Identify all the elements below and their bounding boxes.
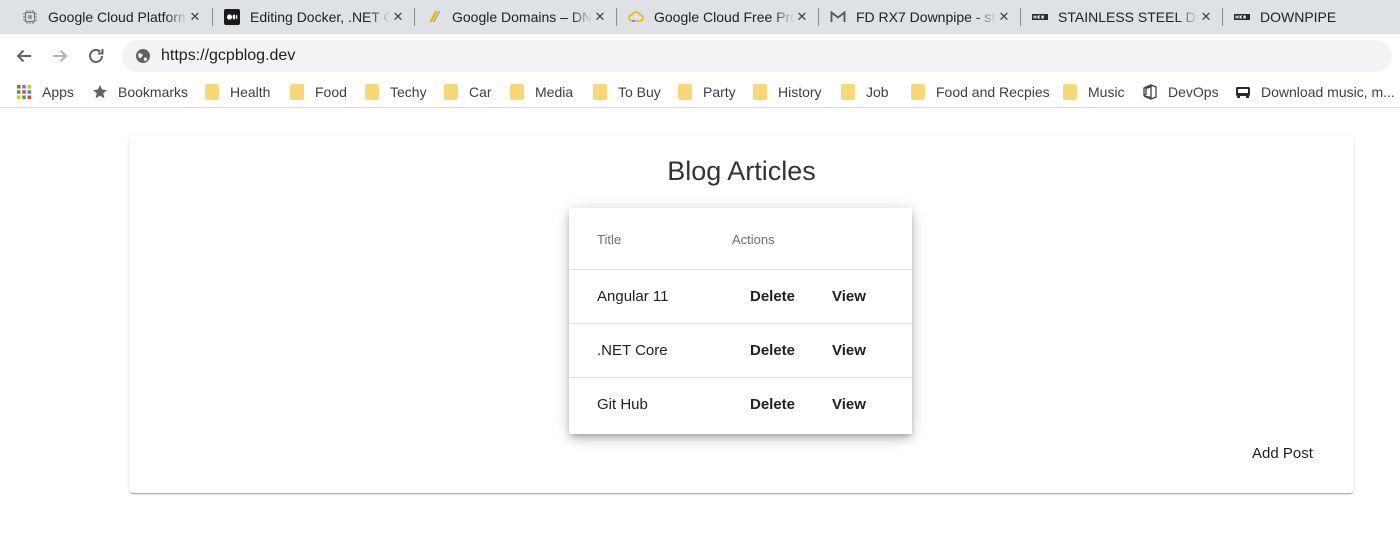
chip-icon [22, 9, 38, 25]
tab-fd-rx7-downpipe[interactable]: FD RX7 Downpipe - stainless ✕ [808, 0, 1020, 34]
hks-icon [1032, 9, 1048, 25]
tab-google-domains[interactable]: Google Domains – DNS ✕ [404, 0, 616, 34]
delete-button[interactable]: Delete [750, 342, 795, 359]
tab-title: STAINLESS STEEL DOWNPIPE [1058, 9, 1198, 25]
bookmark-label: Media [535, 84, 574, 100]
bookmark-folder-to-buy[interactable]: To Buy [592, 78, 661, 106]
bookmark-apps[interactable]: Apps [16, 78, 74, 106]
bookmark-folder-history[interactable]: History [752, 78, 822, 106]
back-arrow-icon [16, 49, 31, 63]
tab-title: FD RX7 Downpipe - stainless [856, 9, 996, 25]
column-header-actions: Actions [732, 232, 775, 247]
bookmark-label: Bookmarks [118, 84, 189, 100]
page-title: Blog Articles [667, 156, 816, 186]
forward-button[interactable] [46, 42, 74, 70]
folder-icon [677, 84, 693, 100]
bookmark-folder-car[interactable]: Car [443, 78, 492, 106]
back-button[interactable] [10, 42, 38, 70]
blog-articles-card: Blog Articles Title Actions Angular 11 D… [129, 136, 1354, 493]
domains-icon [426, 9, 442, 25]
tab-title: Google Cloud Free Program [654, 9, 794, 25]
view-button[interactable]: View [832, 396, 866, 413]
folder-icon [1062, 84, 1078, 100]
bookmark-label: Car [469, 84, 492, 100]
article-title: Git Hub [597, 396, 648, 413]
folder-icon [364, 84, 380, 100]
tab-google-cloud-platform[interactable]: Google Cloud Platform ✕ [0, 0, 211, 34]
bookmark-label: To Buy [618, 84, 661, 100]
folder-icon [840, 84, 856, 100]
bookmark-label: Food and Recpies [936, 84, 1050, 100]
table-row: .NET Core Delete View [569, 324, 912, 378]
cloud-icon [628, 9, 644, 25]
bookmark-folder-food-and-recpies[interactable]: Food and Recpies [910, 78, 1050, 106]
folder-icon [752, 84, 768, 100]
bookmark-label: Music [1088, 84, 1125, 100]
reload-icon [89, 49, 104, 63]
add-post-button[interactable]: Add Post [1252, 445, 1313, 462]
bookmark-bookmarks[interactable]: Bookmarks [92, 78, 188, 106]
delete-button[interactable]: Delete [750, 396, 795, 413]
folder-icon [910, 84, 926, 100]
bookmark-folder-health[interactable]: Health [204, 78, 270, 106]
star-icon [92, 84, 108, 100]
folder-icon [443, 84, 459, 100]
tab-downpipe[interactable]: DOWNPIPE [1212, 0, 1400, 34]
url-text: https://gcpblog.dev [161, 47, 296, 64]
apps-grid-icon [16, 84, 32, 100]
delete-button[interactable]: Delete [750, 288, 795, 305]
close-icon[interactable]: ✕ [187, 9, 203, 25]
bookmark-folder-food[interactable]: Food [289, 78, 347, 106]
tab-stainless-steel-downpipe[interactable]: STAINLESS STEEL DOWNPIPE ✕ [1010, 0, 1222, 34]
view-button[interactable]: View [832, 288, 866, 305]
column-header-title: Title [597, 232, 622, 247]
tab-google-cloud-free[interactable]: Google Cloud Free Program ✕ [606, 0, 818, 34]
article-title: Angular 11 [597, 288, 669, 305]
download-site-icon [1235, 84, 1251, 100]
bookmark-label: Apps [42, 84, 74, 100]
gmail-icon [830, 9, 846, 25]
table-header-row: Title Actions [569, 208, 912, 270]
folder-icon [289, 84, 305, 100]
browser-toolbar: https://gcpblog.dev [0, 34, 1400, 78]
bookmark-devops[interactable]: DevOps [1142, 78, 1219, 106]
bookmark-download-music[interactable]: Download music, m... [1235, 78, 1395, 106]
tab-title: Google Cloud Platform [48, 9, 187, 25]
table-row: Angular 11 Delete View [569, 270, 912, 324]
forward-arrow-icon [53, 49, 68, 63]
table-row: Git Hub Delete View [569, 378, 912, 432]
bookmark-label: Job [866, 84, 889, 100]
bookmark-label: Techy [390, 84, 427, 100]
devops-icon [1142, 84, 1158, 100]
bookmark-label: Food [315, 84, 347, 100]
tab-title: Google Domains – DNS [452, 9, 592, 25]
bookmark-folder-job[interactable]: Job [840, 78, 889, 106]
tab-strip: Google Cloud Platform ✕ Editing Docker, … [0, 0, 1400, 34]
bookmark-folder-techy[interactable]: Techy [364, 78, 427, 106]
folder-icon [204, 84, 220, 100]
bookmark-folder-music[interactable]: Music [1062, 78, 1125, 106]
bookmark-label: Health [230, 84, 271, 100]
folder-icon [509, 84, 525, 100]
folder-icon [592, 84, 608, 100]
bookmarks-bar: Apps Bookmarks Health Food Techy Car Med… [0, 78, 1400, 108]
articles-table: Title Actions Angular 11 Delete View .NE… [569, 208, 912, 434]
address-bar[interactable]: https://gcpblog.dev [122, 40, 1392, 72]
bookmark-label: Party [703, 84, 736, 100]
tab-editing-docker[interactable]: Editing Docker, .NET Core ✕ [202, 0, 414, 34]
bookmark-label: Download music, m... [1261, 84, 1395, 100]
reload-button[interactable] [82, 42, 110, 70]
medium-icon [224, 9, 240, 25]
globe-icon [135, 48, 151, 64]
view-button[interactable]: View [832, 342, 866, 359]
bookmark-label: History [778, 84, 822, 100]
article-title: .NET Core [597, 342, 668, 359]
bookmark-folder-media[interactable]: Media [509, 78, 573, 106]
bookmark-folder-party[interactable]: Party [677, 78, 736, 106]
hks-icon [1234, 9, 1250, 25]
tab-title: Editing Docker, .NET Core [250, 9, 390, 25]
bookmark-label: DevOps [1168, 84, 1219, 100]
tab-title: DOWNPIPE [1260, 9, 1337, 25]
